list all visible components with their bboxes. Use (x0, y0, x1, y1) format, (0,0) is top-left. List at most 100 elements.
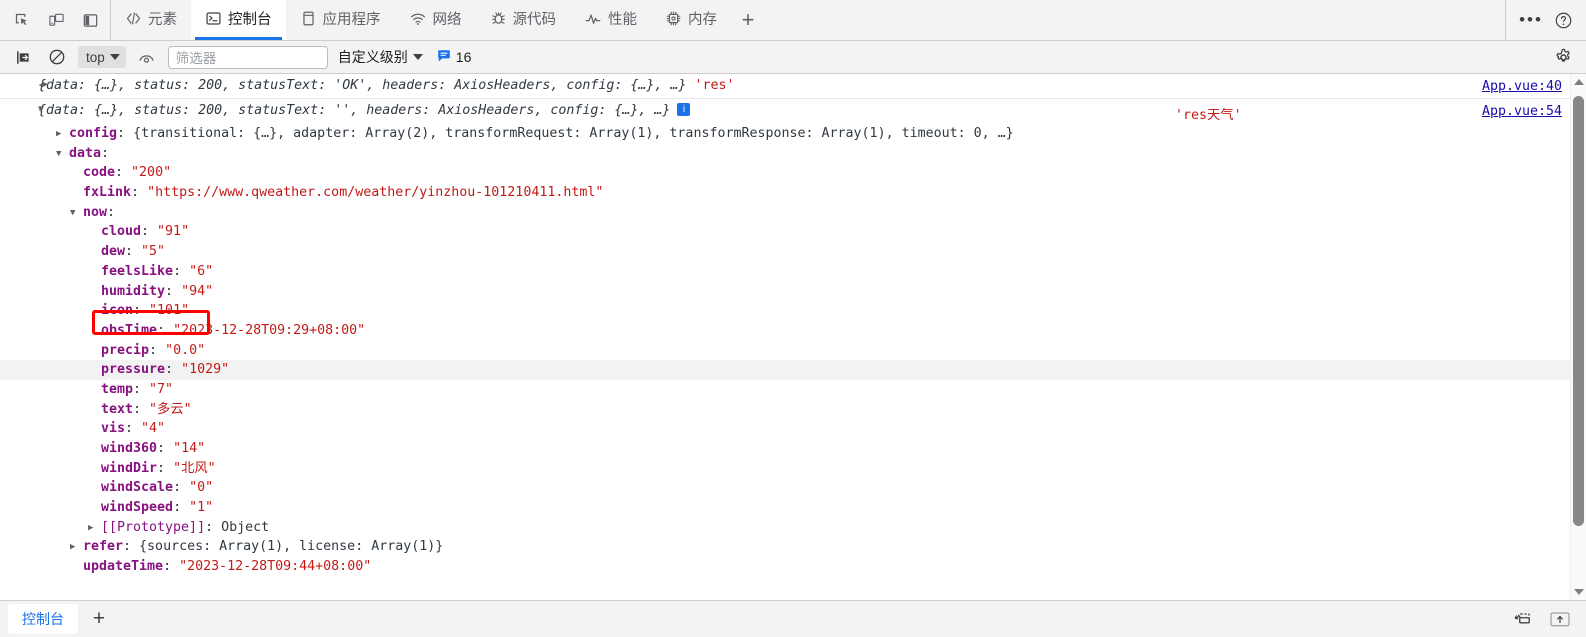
execution-context-selector[interactable]: top (78, 46, 126, 68)
tree-key: obsTime (101, 322, 158, 338)
console-message-1[interactable]: ▶ {data: {…}, status: 200, statusText: '… (0, 74, 1586, 99)
drawer-tab-console[interactable]: 控制台 (8, 604, 78, 634)
tree-key: code (83, 165, 116, 181)
no-entry-icon[interactable] (44, 45, 70, 69)
inspect-element-icon[interactable] (8, 6, 36, 34)
tab-sources[interactable]: 源代码 (476, 0, 571, 40)
tree-value: "5" (141, 244, 166, 260)
tree-row[interactable]: ▶windDir: "北风" (0, 459, 1586, 479)
tree-row[interactable]: ▶icon: "101" (0, 301, 1586, 321)
tree-key: fxLink (83, 185, 132, 201)
filter-placeholder: 筛选器 (175, 51, 217, 66)
object-tree[interactable]: ▶ config: {transitional: {…}, adapter: Ar… (0, 124, 1586, 577)
live-expression-icon[interactable] (134, 45, 160, 69)
collapse-arrow-icon[interactable]: ▼ (38, 99, 50, 120)
tree-value: "1" (189, 500, 214, 516)
tree-key: windDir (101, 460, 158, 476)
tree-separator: : (123, 539, 140, 555)
tree-row[interactable]: ▶ [[Prototype]]: Object (0, 518, 1586, 538)
tab-network[interactable]: 网络 (395, 0, 476, 40)
dock-drawer-icon[interactable] (1548, 610, 1572, 629)
collapse-arrow-icon[interactable]: ▼ (56, 145, 69, 165)
message-summary: {data: {…}, status: 200, statusText: 'OK… (38, 78, 687, 93)
tree-separator: : (133, 401, 150, 417)
tree-key: dew (101, 244, 126, 260)
info-badge[interactable]: i (677, 103, 691, 116)
device-toolbar-icon[interactable] (42, 6, 70, 34)
console-output[interactable]: ▶ {data: {…}, status: 200, statusText: '… (0, 74, 1586, 600)
tree-row[interactable]: ▶feelsLike: "6" (0, 262, 1586, 282)
tree-separator: : (157, 460, 174, 476)
collapse-arrow-icon[interactable]: ▼ (70, 204, 83, 224)
filter-input[interactable]: 筛选器 (167, 45, 328, 69)
tree-spacer: ▶ (88, 223, 101, 243)
clear-console-icon[interactable] (10, 45, 36, 69)
console-message-2[interactable]: ▼ {data: {…}, status: 200, statusText: '… (0, 99, 1586, 124)
tree-row[interactable]: ▶updateTime: "2023-12-28T09:44+08:00" (0, 557, 1586, 577)
tree-row[interactable]: ▼ data: (0, 144, 1586, 164)
source-link[interactable]: App.vue:54 (1482, 104, 1562, 119)
dock-side-icon[interactable] (76, 6, 104, 34)
tree-separator: : (107, 204, 116, 220)
expand-arrow-icon[interactable]: ▶ (56, 125, 69, 145)
chevron-down-icon (109, 54, 120, 60)
tree-row[interactable]: ▶obsTime: "2023-12-28T09:29+08:00" (0, 321, 1586, 341)
scroll-up-arrow-icon[interactable] (1571, 74, 1586, 90)
tab-elements[interactable]: 元素 (111, 0, 191, 40)
tree-row[interactable]: ▶pressure: "1029" (0, 360, 1586, 380)
log-level-selector[interactable]: 自定义级别 (338, 47, 423, 67)
tab-console[interactable]: 控制台 (191, 0, 286, 40)
context-label: top (86, 49, 105, 65)
tree-row[interactable]: ▶dew: "5" (0, 242, 1586, 262)
add-drawer-tab-button[interactable]: + (84, 606, 114, 632)
tree-row[interactable]: ▶cloud: "91" (0, 222, 1586, 242)
tree-row[interactable]: ▶windScale: "0" (0, 478, 1586, 498)
tree-spacer: ▶ (88, 381, 101, 401)
tree-row[interactable]: ▶wind360: "14" (0, 439, 1586, 459)
scrollbar-thumb[interactable] (1573, 96, 1584, 526)
tree-spacer: ▶ (88, 460, 101, 480)
tree-row[interactable]: ▶text: "多云" (0, 400, 1586, 420)
tree-row[interactable]: ▶windSpeed: "1" (0, 498, 1586, 518)
tab-performance[interactable]: 性能 (570, 0, 651, 40)
tree-row[interactable]: ▶fxLink: "https://www.qweather.com/weath… (0, 183, 1586, 203)
expand-arrow-icon[interactable]: ▶ (42, 74, 54, 95)
performance-icon (584, 10, 602, 31)
tab-application[interactable]: 应用程序 (286, 0, 395, 40)
tab-label: 内存 (688, 11, 717, 28)
tree-value: "14" (173, 441, 206, 456)
tabbar-right-group: ••• (1505, 0, 1586, 40)
tree-row[interactable]: ▶ refer: {sources: Array(1), license: Arr… (0, 537, 1586, 557)
tree-row[interactable]: ▶humidity: "94" (0, 282, 1586, 302)
tree-row[interactable]: ▶temp: "7" (0, 380, 1586, 400)
tree-key: feelsLike (101, 263, 174, 279)
tree-key: vis (101, 421, 126, 437)
tree-separator: : (173, 480, 190, 496)
tree-row[interactable]: ▶vis: "4" (0, 419, 1586, 439)
tab-memory[interactable]: 内存 (651, 0, 731, 40)
message-label: 'res天气' (1175, 108, 1242, 123)
console-toolbar: top 筛选器 自定义级别 16 (0, 41, 1586, 74)
restore-drawer-icon[interactable] (1513, 610, 1534, 629)
help-icon[interactable] (1548, 6, 1578, 34)
tree-row[interactable]: ▼ now: (0, 203, 1586, 223)
expand-arrow-icon[interactable]: ▶ (70, 538, 83, 558)
log-level-label: 自定义级别 (337, 49, 408, 65)
expand-arrow-icon[interactable]: ▶ (88, 519, 101, 539)
vertical-scrollbar[interactable] (1570, 74, 1586, 600)
info-message-count[interactable]: 16 (437, 49, 471, 66)
tab-label: 源代码 (512, 11, 557, 28)
tree-row[interactable]: ▶code: "200" (0, 163, 1586, 183)
gear-icon[interactable] (1550, 45, 1576, 70)
tree-separator: : (141, 224, 158, 240)
info-bubble-icon (437, 49, 451, 66)
tree-value: "91" (157, 224, 190, 240)
add-panel-button[interactable]: + (731, 0, 765, 40)
tree-value: "101" (149, 303, 190, 319)
more-options-icon[interactable]: ••• (1516, 6, 1546, 34)
tree-key: [[Prototype]] (101, 519, 206, 535)
tree-row[interactable]: ▶ config: {transitional: {…}, adapter: Ar… (0, 124, 1586, 144)
source-link[interactable]: App.vue:40 (1482, 79, 1562, 94)
scroll-down-arrow-icon[interactable] (1571, 584, 1586, 600)
tree-row[interactable]: ▶precip: "0.0" (0, 341, 1586, 361)
